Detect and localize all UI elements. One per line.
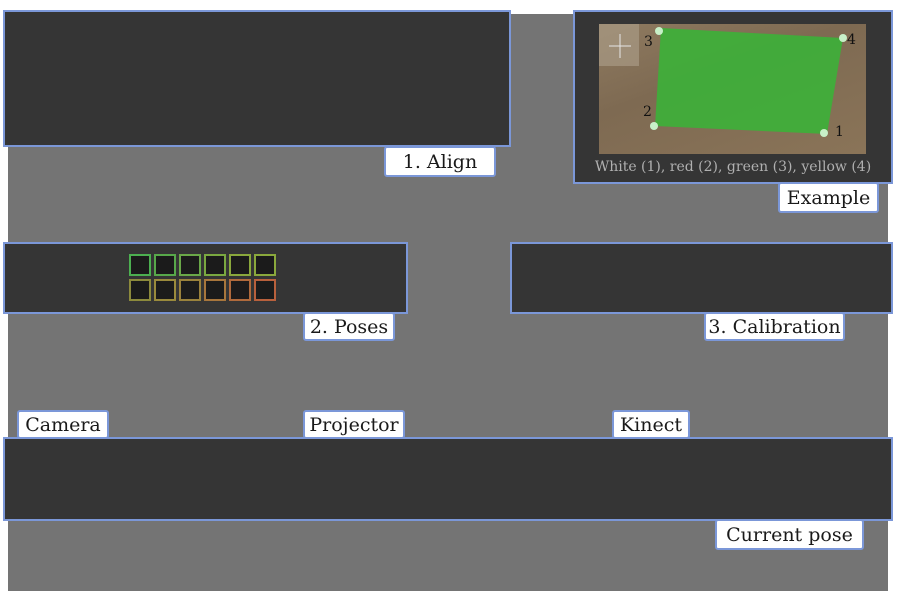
calibration-panel[interactable]	[510, 242, 893, 314]
tab-projector[interactable]: Projector	[303, 410, 405, 439]
pose-slot[interactable]	[229, 279, 251, 301]
align-label: 1. Align	[384, 146, 496, 177]
pose-slot[interactable]	[179, 279, 201, 301]
example-label: Example	[778, 182, 879, 213]
tab-camera[interactable]: Camera	[17, 410, 109, 439]
pose-slot[interactable]	[254, 254, 276, 276]
corner-label-4: 4	[847, 32, 856, 48]
align-view[interactable]	[3, 10, 511, 147]
corner-marker-3	[655, 27, 663, 35]
pose-slot[interactable]	[129, 254, 151, 276]
pose-slot[interactable]	[229, 254, 251, 276]
pose-grid	[129, 254, 279, 301]
example-caption: White (1), red (2), green (3), yellow (4…	[594, 159, 872, 175]
pose-slot[interactable]	[204, 254, 226, 276]
example-panel: 1 2 3 4 White (1), red (2), green (3), y…	[573, 10, 893, 184]
corner-label-3: 3	[644, 34, 653, 50]
corner-label-1: 1	[835, 124, 844, 140]
corner-label-2: 2	[643, 104, 652, 120]
calibration-quad	[655, 28, 843, 134]
pose-slot[interactable]	[204, 279, 226, 301]
pose-slot[interactable]	[154, 254, 176, 276]
pose-slot[interactable]	[129, 279, 151, 301]
poses-panel[interactable]	[3, 242, 408, 314]
example-image: 1 2 3 4	[599, 24, 866, 154]
current-pose-label: Current pose	[715, 519, 864, 550]
pose-slot[interactable]	[254, 279, 276, 301]
current-pose-panel[interactable]	[3, 437, 893, 521]
pose-slot[interactable]	[179, 254, 201, 276]
pose-slot[interactable]	[154, 279, 176, 301]
corner-marker-2	[650, 122, 658, 130]
corner-marker-4	[839, 34, 847, 42]
tab-kinect[interactable]: Kinect	[612, 410, 690, 439]
corner-marker-1	[820, 129, 828, 137]
poses-label: 2. Poses	[303, 312, 395, 341]
calibration-label: 3. Calibration	[704, 312, 845, 341]
